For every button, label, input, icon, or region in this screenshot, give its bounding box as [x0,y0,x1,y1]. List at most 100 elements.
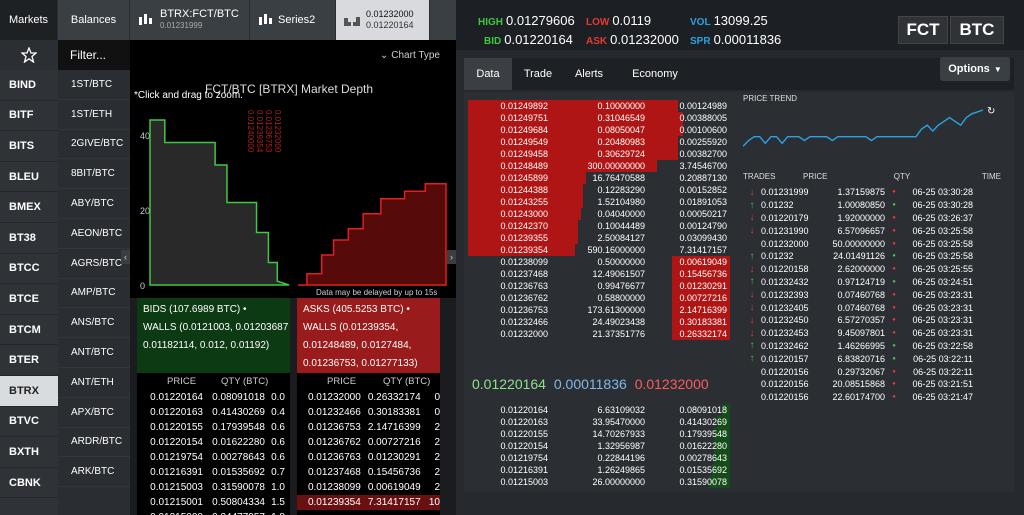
trade-row: ↓ 0.01232453 9.45097801 ● 06-25 03:23:31 [743,327,1005,340]
exchange-item-bind[interactable]: BIND [0,70,58,101]
options-button[interactable]: Options ▼ [940,57,1010,81]
exchange-item-bits[interactable]: BITS [0,131,58,162]
depth-chart-svg[interactable]: FCT/BTC [BTRX] Market Depth *Click and d… [130,70,456,298]
exchange-item-bt38[interactable]: BT38 [0,223,58,254]
sell-price: 0.01232466 [500,317,548,327]
sell-order-row[interactable]: 0.01243000 0.04040000 0.00050217 [468,208,730,220]
market-item[interactable]: AEON/BTC [58,219,130,249]
buy-order-row[interactable]: 0.01220164 6.63109032 0.08091018 [468,404,730,416]
market-item[interactable]: ABY/BTC [58,189,130,219]
market-item[interactable]: AGRS/BTC [58,249,130,279]
exchange-item-btcc[interactable]: BTCC [0,254,58,285]
sell-order-row[interactable]: 0.01248489 300.00000000 3.74546700 [468,160,730,172]
dot-icon: ● [892,202,896,209]
depth-chart-icon [344,17,360,26]
market-item[interactable]: ANT/ETH [58,368,130,398]
sell-order-row[interactable]: 0.01243255 1.52104980 0.01891053 [468,196,730,208]
buy-price: 0.01220164 [500,405,548,415]
buy-order-row[interactable]: 0.01215003 26.00000000 0.31590078 [468,476,730,488]
exchange-item-btce[interactable]: BTCE [0,284,58,315]
market-item[interactable]: ARK/BTC [58,457,130,488]
sell-order-row[interactable]: 0.01237468 12.49061507 0.15456736 [468,268,730,280]
sell-order-row[interactable]: 0.01249549 0.20480983 0.00255920 [468,136,730,148]
quote-currency-button[interactable]: BTC [950,16,1004,44]
sell-order-row[interactable]: 0.01249892 0.10000000 0.00124989 [468,100,730,112]
exchange-item-btrx[interactable]: BTRX [0,375,58,407]
trade-time: 06-25 03:23:31 [912,289,973,300]
asks-walls-cont2: 0.01236753, 0.01277133) [303,358,418,369]
market-depth-chart[interactable]: FCT/BTC [BTRX] Market Depth *Click and d… [130,70,456,298]
sell-order-row[interactable]: 0.01244388 0.12283290 0.00152852 [468,184,730,196]
tab-balances[interactable]: Balances [58,0,130,40]
sell-total: 0.00727216 [679,293,727,303]
trade-time: 06-25 03:21:51 [912,379,973,390]
buy-order-row[interactable]: 0.01219754 0.22844196 0.00278643 [468,452,730,464]
right-nav-tabs: Data Trade Alerts Economy [464,58,1014,90]
dot-icon: ● [892,266,896,273]
asks-walls: WALLS (0.01239354, [303,322,399,333]
exchange-item-bleu[interactable]: BLEU [0,162,58,193]
market-filter-input[interactable]: Filter... [58,40,130,70]
exchange-item-bxth[interactable]: BXTH [0,437,58,468]
sell-order-row[interactable]: 0.01236763 0.99476677 0.01230291 [468,280,730,292]
tab-markets[interactable]: Markets [0,0,58,40]
market-item[interactable]: 2GIVE/BTC [58,130,130,160]
tab-trade[interactable]: Trade [514,58,562,90]
bid-cell: 0.01220155 [150,422,203,433]
collapse-left-arrow-icon[interactable]: ‹ [121,250,130,264]
bid-cell: 1.0 [271,482,285,493]
sell-order-row[interactable]: 0.01238099 0.50000000 0.00619049 [468,256,730,268]
sell-price: 0.01244388 [500,185,548,195]
buy-order-row[interactable]: 0.01216391 1.26249865 0.01535692 [468,464,730,476]
market-item[interactable]: ANT/BTC [58,338,130,368]
trade-price: 0.01231990 [761,225,809,236]
exchange-item-bmex[interactable]: BMEX [0,192,58,223]
dot-icon: ● [892,214,896,221]
market-item[interactable]: 8BIT/BTC [58,159,130,190]
market-item[interactable]: 1ST/ETH [58,100,130,130]
market-item[interactable]: APX/BTC [58,398,130,428]
sell-order-row[interactable]: 0.01242370 0.10044489 0.00124790 [468,220,730,232]
buy-order-row[interactable]: 0.01220163 33.95470000 0.41430269 [468,416,730,428]
exchange-item-bter[interactable]: BTER [0,345,58,376]
market-item[interactable]: AMP/BTC [58,279,130,309]
bids-walls-cont: 0.01182114, 0.012, 0.01192) [143,340,270,351]
tab-alerts[interactable]: Alerts [564,58,614,90]
zoom-hint: *Click and drag to zoom. [134,90,243,101]
market-item[interactable]: ANS/BTC [58,308,130,339]
chart-type-dropdown[interactable]: ⌄ Chart Type [130,40,456,70]
tab-depth[interactable]: 0.01232000 0.01220164 [336,0,430,40]
exchange-item-btvc[interactable]: BTVC [0,407,58,438]
arrow-up-icon: ↑ [749,199,755,211]
sell-total: 0.01230291 [679,281,727,291]
exchange-item-cbnk[interactable]: CBNK [0,468,58,499]
favorites-star-icon[interactable] [0,40,58,70]
buy-order-row[interactable]: 0.01220154 1.32956987 0.01622280 [468,440,730,452]
tab-series2[interactable]: Series2 [250,0,336,40]
trade-row: ↓ 0.01220179 1.92000000 ● 06-25 03:26:37 [743,212,1005,225]
sell-qty: 173.61300000 [587,305,645,315]
collapse-right-arrow-icon[interactable]: › [447,250,456,264]
sell-order-row[interactable]: 0.01232466 24.49023438 0.30183381 [468,316,730,328]
sell-order-row[interactable]: 0.01239355 2.50084127 0.03099430 [468,232,730,244]
sell-order-row[interactable]: 0.01249684 0.08050047 0.00100600 [468,124,730,136]
market-item[interactable]: ARDR/BTC [58,428,130,458]
sell-order-row[interactable]: 0.01249458 0.30629724 0.00382700 [468,148,730,160]
tab-economy[interactable]: Economy [616,58,694,90]
trade-price: 0.01232432 [761,276,809,287]
exchange-item-bitf[interactable]: BITF [0,101,58,132]
sell-order-row[interactable]: 0.01232000 21.37351776 0.26332174 [468,328,730,340]
tab-market-chart[interactable]: BTRX:FCT/BTC 0.01231999 [130,0,250,40]
sell-order-row[interactable]: 0.01245899 16.76470588 0.20887130 [468,172,730,184]
market-item[interactable]: 1ST/BTC [58,70,130,100]
buy-order-row[interactable]: 0.01220155 14.70267933 0.17939548 [468,428,730,440]
sell-order-row[interactable]: 0.01249751 0.31046549 0.00388005 [468,112,730,124]
sell-order-row[interactable]: 0.01236762 0.58800000 0.00727216 [468,292,730,304]
refresh-icon[interactable]: ↻ [987,106,995,117]
exchange-item-btcm[interactable]: BTCM [0,315,58,346]
sell-order-row[interactable]: 0.01236753 173.61300000 2.14716399 [468,304,730,316]
sell-order-row[interactable]: 0.01239354 590.16000000 7.31417157 [468,244,730,256]
base-currency-button[interactable]: FCT [898,16,948,44]
tab-data[interactable]: Data [464,58,512,90]
trade-row: 0.01220156 0.29732067 ● 06-25 03:22:11 [743,365,1005,378]
